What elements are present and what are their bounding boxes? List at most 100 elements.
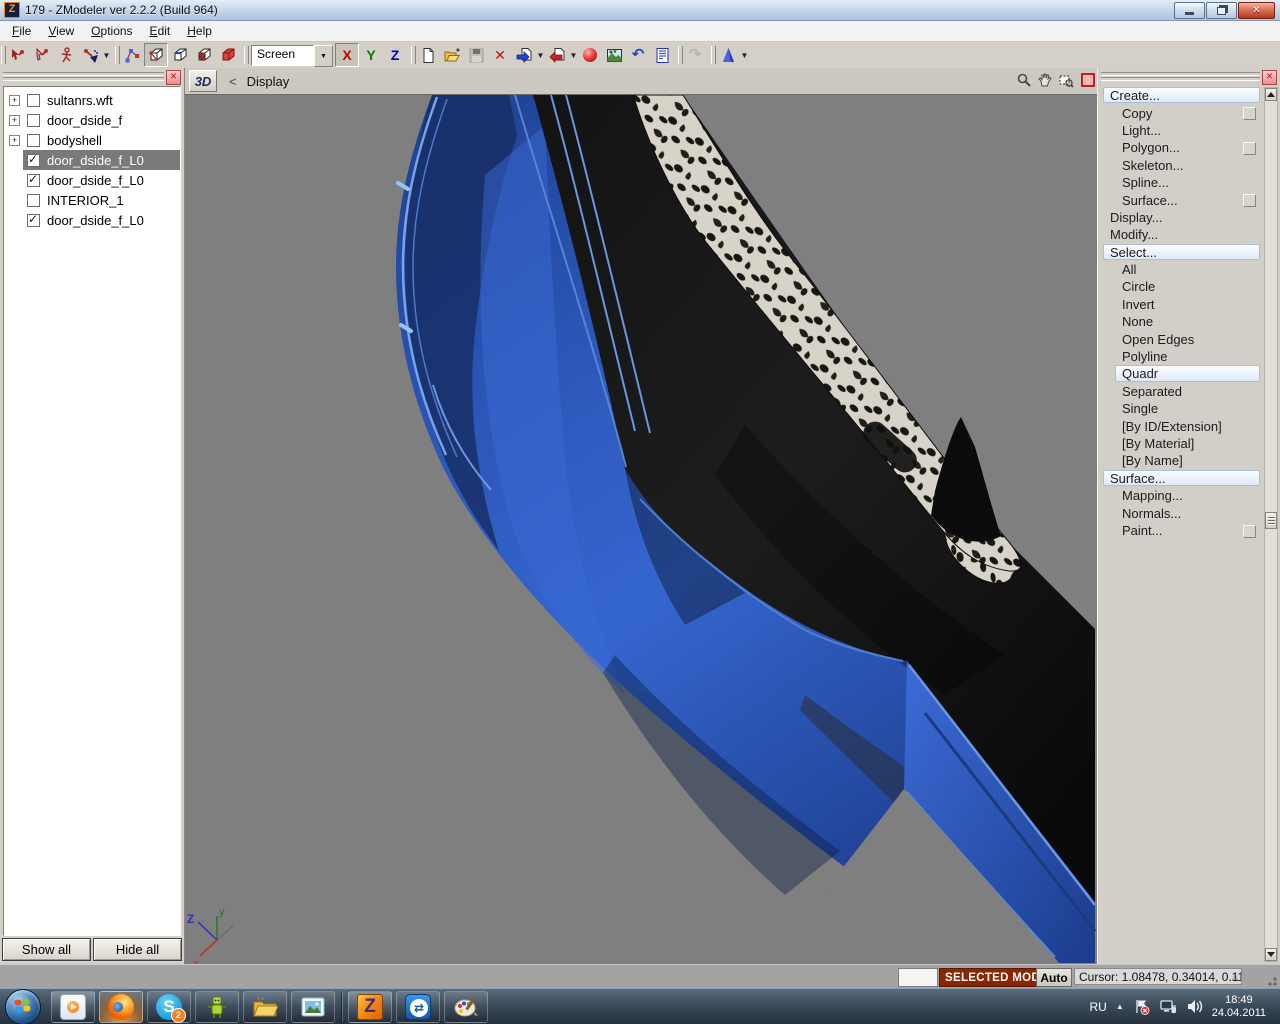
material-editor-button[interactable] <box>578 43 602 67</box>
export-button[interactable] <box>545 43 569 67</box>
taskbar-image-viewer-button[interactable] <box>291 991 335 1023</box>
scrollbar-thumb[interactable] <box>1265 512 1277 529</box>
command-option-box[interactable] <box>1243 142 1256 155</box>
command-item[interactable]: Skeleton... <box>1100 157 1262 174</box>
viewport-view-label[interactable]: Display <box>247 74 290 89</box>
command-item[interactable]: Create... <box>1100 87 1262 104</box>
taskbar-qip-button[interactable] <box>195 991 239 1023</box>
command-item[interactable]: Open Edges <box>1100 330 1262 347</box>
command-item[interactable]: All <box>1100 261 1262 278</box>
restore-button[interactable] <box>1206 2 1237 19</box>
axis-z-button[interactable]: Z <box>383 43 407 67</box>
command-item[interactable]: Separated <box>1100 383 1262 400</box>
taskbar-paint-button[interactable] <box>444 991 488 1023</box>
bone-paint-button[interactable] <box>78 43 102 67</box>
menu-item[interactable]: Options <box>83 21 141 41</box>
chevron-down-icon[interactable]: ▼ <box>314 45 333 67</box>
taskbar-firefox-button[interactable] <box>99 991 143 1023</box>
texture-browser-button[interactable] <box>602 43 626 67</box>
command-option-box[interactable] <box>1243 194 1256 207</box>
view-mode-select[interactable]: Screen ▼ <box>251 45 333 65</box>
zoom-region-tool-button[interactable] <box>1057 71 1075 89</box>
close-icon[interactable]: ✕ <box>1262 70 1277 85</box>
cube-edge-mode-button[interactable] <box>168 43 192 67</box>
visibility-checkbox[interactable] <box>27 134 40 147</box>
import-button[interactable] <box>512 43 536 67</box>
open-file-button[interactable] <box>440 43 464 67</box>
tree-item[interactable]: + door_dside_f <box>4 110 180 130</box>
menu-item[interactable]: Help <box>179 21 221 41</box>
menu-item[interactable]: Edit <box>142 21 180 41</box>
chevron-down-icon[interactable]: ▼ <box>536 51 545 60</box>
visibility-checkbox[interactable] <box>27 114 40 127</box>
menu-item[interactable]: File <box>4 21 40 41</box>
auto-button[interactable]: Auto <box>1036 968 1072 987</box>
command-item[interactable]: None <box>1100 313 1262 330</box>
axis-x-button[interactable]: X <box>335 43 359 67</box>
resize-grip[interactable] <box>1265 974 1278 987</box>
expand-toggle-icon[interactable]: + <box>9 115 20 126</box>
command-item[interactable]: Mapping... <box>1100 487 1262 504</box>
command-item[interactable]: Polygon... <box>1100 139 1262 156</box>
menu-item[interactable]: View <box>40 21 83 41</box>
expand-toggle-icon[interactable]: + <box>9 95 20 106</box>
new-file-button[interactable] <box>416 43 440 67</box>
delete-button[interactable]: ✕ <box>488 43 512 67</box>
taskbar-teamviewer-button[interactable] <box>396 991 440 1023</box>
scene-tree[interactable]: + sultanrs.wft + door_dside_f + bodyshe <box>3 86 181 936</box>
scroll-down-button[interactable] <box>1265 948 1277 961</box>
axis-y-button[interactable]: Y <box>359 43 383 67</box>
command-item[interactable]: Copy <box>1100 104 1262 121</box>
visibility-checkbox[interactable] <box>27 174 40 187</box>
taskbar-explorer-button[interactable] <box>243 991 287 1023</box>
command-item[interactable]: Select... <box>1100 244 1262 261</box>
close-button[interactable]: ✕ <box>1238 2 1275 19</box>
minimize-button[interactable] <box>1174 2 1205 19</box>
visibility-checkbox[interactable] <box>27 194 40 207</box>
viewport-canvas[interactable]: y Z x <box>185 94 1097 965</box>
tree-item[interactable]: + bodyshell <box>4 130 180 150</box>
pan-tool-button[interactable] <box>1036 71 1054 89</box>
visibility-checkbox[interactable] <box>27 214 40 227</box>
command-item[interactable]: Light... <box>1100 122 1262 139</box>
command-item[interactable]: Modify... <box>1100 226 1262 243</box>
command-item[interactable]: Single <box>1100 400 1262 417</box>
expand-toggle-icon[interactable]: + <box>9 135 20 146</box>
save-file-button[interactable] <box>464 43 488 67</box>
panel-drag-handle[interactable]: ✕ <box>0 68 184 85</box>
panel-drag-handle[interactable]: ✕ <box>1098 68 1280 85</box>
volume-icon[interactable] <box>1186 998 1203 1015</box>
command-item[interactable]: [By ID/Extension] <box>1100 417 1262 434</box>
skeleton-button[interactable] <box>54 43 78 67</box>
command-item[interactable]: Quadr <box>1100 365 1262 382</box>
chevron-down-icon[interactable]: ▼ <box>102 51 111 60</box>
scroll-up-button[interactable] <box>1265 88 1277 101</box>
zoom-tool-button[interactable] <box>1015 71 1033 89</box>
tree-item[interactable]: + sultanrs.wft <box>4 90 180 110</box>
tree-item[interactable]: + door_dside_f_L0 <box>4 210 180 230</box>
command-item[interactable]: Paint... <box>1100 522 1262 539</box>
command-item[interactable]: [By Material] <box>1100 435 1262 452</box>
redo-button[interactable]: ↷ <box>683 43 707 67</box>
show-hidden-icons-button[interactable]: ▲ <box>1116 1002 1124 1011</box>
taskbar-skype-button[interactable]: S2 <box>147 991 191 1023</box>
taskbar-media-player-button[interactable] <box>51 991 95 1023</box>
bone-move-button[interactable] <box>30 43 54 67</box>
command-item[interactable]: Normals... <box>1100 504 1262 521</box>
visibility-checkbox[interactable] <box>27 154 40 167</box>
log-view-button[interactable] <box>650 43 674 67</box>
chevron-down-icon[interactable]: ▼ <box>740 51 749 60</box>
cube-face-mode-button[interactable] <box>192 43 216 67</box>
tray-clock[interactable]: 18:49 24.04.2011 <box>1212 994 1266 1020</box>
maximize-view-box[interactable] <box>1081 73 1095 87</box>
hide-all-button[interactable]: Hide all <box>93 938 182 961</box>
vertices-mode-button[interactable] <box>120 43 144 67</box>
command-item[interactable]: Display... <box>1100 209 1262 226</box>
cube-solid-mode-button[interactable] <box>216 43 240 67</box>
tree-item[interactable]: + door_dside_f_L0 <box>4 170 180 190</box>
viewport-mode-button[interactable]: 3D <box>189 70 217 92</box>
command-option-box[interactable] <box>1243 525 1256 538</box>
command-option-box[interactable] <box>1243 107 1256 120</box>
taskbar-zmodeler-button[interactable]: Z <box>348 991 392 1023</box>
command-item[interactable]: Circle <box>1100 278 1262 295</box>
